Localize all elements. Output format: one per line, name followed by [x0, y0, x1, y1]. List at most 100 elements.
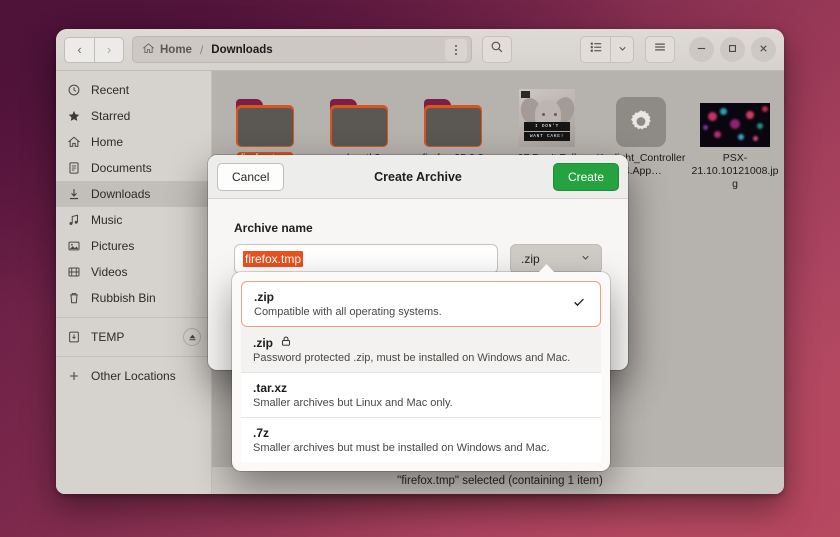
- search-button[interactable]: [482, 36, 512, 63]
- star-icon: [66, 109, 81, 124]
- format-option-zip-encrypted[interactable]: .zip Password protected .zip, must be in…: [241, 327, 601, 373]
- file-thumbnail: [616, 85, 666, 147]
- list-view-icon: [589, 40, 603, 59]
- breadcrumb: Home / Downloads: [142, 42, 273, 58]
- bokeh: [730, 119, 740, 129]
- option-title: .7z: [253, 426, 589, 440]
- minimize-icon: [696, 43, 707, 57]
- sidebar-item-starred[interactable]: Starred: [56, 103, 211, 129]
- file-item[interactable]: firefox-95.0.2: [406, 85, 500, 165]
- sidebar-item-music[interactable]: Music: [56, 207, 211, 233]
- sidebar-item-rubbish-bin[interactable]: Rubbish Bin: [56, 285, 211, 311]
- sidebar-item-other-locations[interactable]: Other Locations: [56, 363, 211, 389]
- option-description: Smaller archives but Linux and Mac only.: [253, 397, 453, 409]
- path-menu-button[interactable]: [445, 38, 467, 61]
- option-title: .zip: [253, 335, 589, 350]
- lock-icon: [280, 335, 292, 350]
- option-description: Smaller archives but must be installed o…: [253, 442, 550, 454]
- file-thumbnail: [330, 85, 388, 147]
- archive-name-label: Archive name: [234, 221, 313, 235]
- sidebar-item-recent[interactable]: Recent: [56, 77, 211, 103]
- minimize-button[interactable]: [689, 37, 714, 62]
- option-description: Compatible with all operating systems.: [254, 306, 442, 318]
- sidebar-divider: [56, 317, 211, 318]
- sidebar-item-label: Starred: [91, 109, 131, 123]
- format-option-tarxz[interactable]: .tar.xz Smaller archives but Linux and M…: [241, 373, 601, 418]
- sidebar-item-label: Downloads: [91, 187, 151, 201]
- cancel-label: Cancel: [232, 169, 270, 184]
- list-view-button[interactable]: [580, 36, 610, 63]
- option-name: .7z: [253, 426, 270, 440]
- photo-thumbnail: [700, 103, 770, 147]
- create-button[interactable]: Create: [552, 162, 619, 191]
- home-icon: [66, 135, 81, 150]
- bokeh: [708, 112, 717, 121]
- breadcrumb-home[interactable]: Home: [160, 44, 192, 56]
- sidebar-item-label: Videos: [91, 265, 128, 279]
- file-thumbnail: [700, 85, 770, 147]
- folder-icon: [236, 99, 294, 147]
- back-button[interactable]: ‹: [64, 36, 94, 63]
- dialog-header: Cancel Create Archive Create: [208, 155, 628, 199]
- sidebar-item-downloads[interactable]: Downloads: [56, 181, 211, 207]
- path-bar[interactable]: Home / Downloads: [132, 36, 472, 63]
- music-note-icon: [66, 213, 81, 228]
- format-dropdown-button[interactable]: .zip: [510, 244, 602, 274]
- file-item[interactable]: I DON'T WANT CAKE! 07 Don't Fall: [500, 85, 594, 165]
- folder-front: [425, 108, 481, 146]
- dot: [455, 52, 457, 55]
- dot: [455, 48, 457, 51]
- sidebar-item-label: Documents: [91, 161, 152, 175]
- file-item[interactable]: adw-gtk3: [312, 85, 406, 165]
- file-item[interactable]: firefox.tmp: [218, 85, 312, 165]
- format-option-zip[interactable]: .zip Compatible with all operating syste…: [241, 281, 601, 327]
- archive-name-input[interactable]: firefox.tmp: [234, 244, 498, 274]
- close-button[interactable]: [751, 37, 776, 62]
- sidebar-item-label: TEMP: [91, 330, 125, 344]
- main-menu-button[interactable]: [645, 36, 675, 63]
- cancel-button[interactable]: Cancel: [217, 162, 285, 191]
- bokeh: [753, 136, 758, 141]
- folder-front: [237, 108, 293, 146]
- sidebar-item-label: Other Locations: [91, 369, 176, 383]
- sidebar-item-label: Music: [91, 213, 123, 227]
- chevron-down-icon: [580, 252, 591, 266]
- chevron-left-icon: ‹: [77, 42, 82, 57]
- art-text-line-2: WANT CAKE!: [524, 132, 570, 141]
- art-shape: [554, 113, 557, 116]
- option-name: .tar.xz: [253, 381, 288, 395]
- option-description: Password protected .zip, must be install…: [253, 352, 571, 364]
- folder-front: [331, 108, 387, 146]
- bokeh: [746, 111, 754, 119]
- sidebar-item-label: Rubbish Bin: [91, 291, 156, 305]
- sidebar-item-temp[interactable]: TEMP: [56, 324, 211, 350]
- forward-button[interactable]: ›: [94, 36, 124, 63]
- bokeh: [703, 125, 708, 130]
- search-icon: [490, 40, 504, 59]
- album-art-thumbnail: I DON'T WANT CAKE!: [519, 89, 575, 147]
- status-text: "firefox.tmp" selected (containing 1 ite…: [397, 474, 603, 487]
- sidebar-item-videos[interactable]: Videos: [56, 259, 211, 285]
- file-item[interactable]: PSX-21.10.10121008.jpg: [688, 85, 782, 191]
- format-options-popover: .zip Compatible with all operating syste…: [232, 264, 610, 471]
- window-controls: [689, 37, 776, 62]
- format-option-7z[interactable]: .7z Smaller archives but must be install…: [241, 418, 601, 462]
- format-value: .zip: [521, 252, 540, 266]
- file-label: PSX-21.10.10121008.jpg: [691, 152, 779, 190]
- sidebar-item-pictures[interactable]: Pictures: [56, 233, 211, 259]
- option-name: .zip: [253, 335, 273, 350]
- view-options-dropdown[interactable]: [610, 36, 634, 63]
- bokeh: [738, 134, 744, 140]
- breadcrumb-current[interactable]: Downloads: [211, 44, 272, 56]
- sidebar-item-documents[interactable]: Documents: [56, 155, 211, 181]
- chevron-down-icon: [617, 41, 628, 59]
- create-label: Create: [567, 169, 604, 184]
- art-shape: [542, 113, 545, 116]
- sidebar-item-home[interactable]: Home: [56, 129, 211, 155]
- plus-icon: [66, 369, 81, 384]
- chevron-right-icon: ›: [106, 42, 112, 57]
- eject-icon[interactable]: [183, 328, 201, 346]
- folder-icon: [424, 99, 482, 147]
- option-name: .zip: [254, 290, 274, 304]
- maximize-button[interactable]: [720, 37, 745, 62]
